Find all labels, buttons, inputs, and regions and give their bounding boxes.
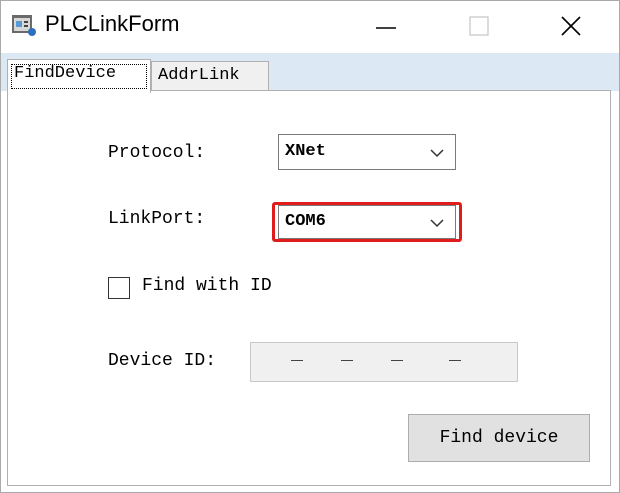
id-segment-separator [391, 360, 403, 361]
minimize-button[interactable] [346, 1, 426, 51]
title-bar[interactable]: PLCLinkForm [1, 1, 619, 53]
minimize-icon [376, 27, 396, 29]
id-segment-separator [449, 360, 461, 361]
device-id-label: Device ID: [108, 351, 217, 371]
app-icon [12, 15, 36, 36]
find-with-id-checkbox[interactable] [108, 277, 130, 299]
maximize-icon [469, 16, 489, 36]
linkport-value: COM6 [285, 212, 326, 231]
close-button[interactable] [531, 1, 611, 51]
tab-strip: FindDevice AddrLink [1, 53, 619, 93]
tab-label: AddrLink [158, 66, 240, 85]
id-segment-separator [341, 360, 353, 361]
tab-addrlink[interactable]: AddrLink [151, 61, 269, 91]
tab-finddevice[interactable]: FindDevice [7, 59, 151, 93]
chevron-down-icon [430, 219, 444, 228]
tab-label: FindDevice [14, 64, 117, 83]
plclinkform-window: PLCLinkForm FindDevice AddrLink Protocol… [0, 0, 620, 493]
protocol-label: Protocol: [108, 143, 206, 163]
finddevice-panel: Protocol: XNet LinkPort: COM6 Find with … [7, 90, 611, 486]
close-icon [561, 16, 581, 36]
protocol-dropdown[interactable]: XNet [278, 134, 456, 170]
linkport-dropdown[interactable]: COM6 [278, 205, 456, 239]
protocol-value: XNet [285, 142, 326, 161]
find-device-button[interactable]: Find device [408, 414, 590, 462]
maximize-button[interactable] [439, 1, 519, 51]
chevron-down-icon [430, 149, 444, 158]
id-segment-separator [291, 360, 303, 361]
linkport-label: LinkPort: [108, 209, 206, 229]
find-with-id-label[interactable]: Find with ID [142, 276, 272, 296]
device-id-field [250, 342, 518, 382]
window-title: PLCLinkForm [45, 11, 180, 36]
